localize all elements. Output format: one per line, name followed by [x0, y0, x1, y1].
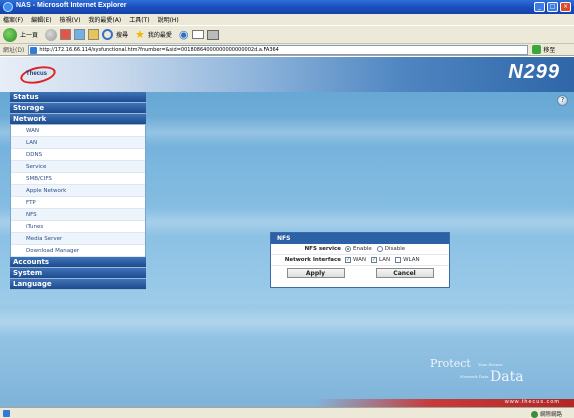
- window-titlebar: NAS - Microsoft Internet Explorer _ □ ×: [0, 0, 574, 14]
- sidebar-item-service[interactable]: Service: [11, 161, 145, 173]
- disable-label: Disable: [384, 246, 406, 252]
- sidebar-item-media-server[interactable]: Media Server: [11, 233, 145, 245]
- menu-help[interactable]: 說明(H): [158, 15, 179, 24]
- website-url[interactable]: www.thecus.com: [505, 399, 560, 405]
- wan-option[interactable]: ✓ WAN: [345, 257, 366, 263]
- nfs-panel-title: NFS: [271, 233, 449, 244]
- disable-radio[interactable]: [376, 246, 383, 252]
- go-arrow-icon: [532, 45, 542, 54]
- forward-arrow-icon[interactable]: [45, 28, 58, 41]
- sidebar-item-ftp[interactable]: FTP: [11, 197, 145, 209]
- mail-icon[interactable]: [191, 30, 204, 39]
- sidebar-item-download-manager[interactable]: Download Manager: [11, 245, 145, 257]
- sidebar-category-storage[interactable]: Storage: [10, 103, 146, 114]
- sidebar-category-accounts[interactable]: Accounts: [10, 257, 146, 268]
- nfs-service-label: NFS service: [304, 246, 341, 252]
- lan-checkbox[interactable]: ✓: [371, 257, 378, 263]
- browser-statusbar: 網際網路: [0, 407, 574, 418]
- wan-checkbox[interactable]: ✓: [345, 257, 351, 263]
- menu-edit[interactable]: 編輯(E): [31, 15, 51, 24]
- window-controls: _ □ ×: [534, 2, 571, 12]
- nfs-button-row: Apply Cancel: [271, 266, 449, 279]
- address-url: http://172.16.66.114/sysfunctional.htm?f…: [39, 46, 279, 53]
- window-title: NAS - Microsoft Internet Explorer: [16, 2, 127, 9]
- sidebar-item-wan[interactable]: WAN: [11, 125, 145, 137]
- favorites-star-icon[interactable]: ★: [135, 28, 145, 41]
- tagline-data: Data: [490, 369, 524, 385]
- tagline-protect: Protect: [430, 357, 471, 370]
- sidebar-item-apple-network[interactable]: Apple Network: [11, 185, 145, 197]
- address-bar: 網址(D) http://172.16.66.114/sysfunctional…: [0, 44, 574, 56]
- search-button-label[interactable]: 搜尋: [116, 30, 128, 39]
- sidebar-item-itunes[interactable]: iTunes: [11, 221, 145, 233]
- menu-file[interactable]: 檔案(F): [3, 15, 23, 24]
- nfs-service-row: NFS service Enable Disable: [271, 244, 449, 255]
- network-interface-label: Network Interface: [284, 257, 341, 263]
- apply-button[interactable]: Apply: [286, 267, 345, 278]
- minimize-button[interactable]: _: [534, 2, 545, 12]
- address-label: 網址(D): [3, 47, 25, 54]
- wlan-label: WLAN: [403, 257, 420, 263]
- zone-label: 網際網路: [539, 412, 562, 418]
- logo-text: Thecus: [26, 71, 48, 77]
- sidebar-category-network[interactable]: Network: [10, 114, 146, 125]
- footer-bar: [0, 399, 574, 407]
- page-icon: [30, 46, 38, 54]
- menubar: 檔案(F) 編輯(E) 檢視(V) 我的最愛(A) 工具(T) 說明(H): [0, 14, 574, 25]
- background-streak: [0, 307, 574, 337]
- stop-icon[interactable]: [60, 29, 72, 40]
- close-button[interactable]: ×: [560, 2, 571, 12]
- refresh-icon[interactable]: [74, 29, 86, 40]
- network-submenu: WAN LAN DDNS Service SMB/CIFS Apple Netw…: [10, 125, 146, 257]
- sidebar-category-status[interactable]: Status: [10, 92, 146, 103]
- tagline-data-small: Network Data: [460, 374, 489, 379]
- address-input[interactable]: http://172.16.66.114/sysfunctional.htm?f…: [28, 44, 529, 55]
- nfs-enable-option[interactable]: Enable: [345, 246, 372, 252]
- protect-data-tagline: Protect Your Secure Network Data Data: [430, 357, 560, 393]
- security-zone: 網際網路: [530, 410, 562, 418]
- sidebar-category-language[interactable]: Language: [10, 279, 146, 290]
- lan-label: LAN: [379, 257, 391, 263]
- cancel-button[interactable]: Cancel: [375, 267, 434, 278]
- home-icon[interactable]: [88, 29, 100, 40]
- tagline-protect-small: Your Secure: [478, 362, 503, 367]
- lan-option[interactable]: ✓ LAN: [371, 257, 390, 263]
- wlan-option[interactable]: WLAN: [395, 257, 420, 263]
- sidebar-category-system[interactable]: System: [10, 268, 146, 279]
- back-button-label[interactable]: 上一頁: [20, 30, 38, 39]
- network-interface-row: Network Interface ✓ WAN ✓ LAN WLAN: [271, 255, 449, 266]
- sidebar-item-nfs[interactable]: NFS: [11, 209, 145, 221]
- maximize-button[interactable]: □: [547, 2, 558, 12]
- wan-label: WAN: [353, 257, 367, 263]
- sidebar-item-ddns[interactable]: DDNS: [11, 149, 145, 161]
- print-icon[interactable]: [206, 29, 219, 40]
- enable-label: Enable: [353, 246, 372, 252]
- go-label: 移至: [543, 47, 556, 54]
- search-icon[interactable]: [102, 29, 114, 40]
- browser-toolbar: 上一頁 搜尋 ★ 我的最愛 ◉: [0, 25, 574, 44]
- nfs-disable-option[interactable]: Disable: [376, 246, 406, 252]
- header-banner: Thecus N299: [0, 57, 574, 92]
- media-icon[interactable]: ◉: [179, 28, 189, 41]
- nfs-settings-panel: NFS NFS service Enable Disable Network I…: [270, 232, 450, 288]
- go-button[interactable]: 移至: [532, 45, 555, 54]
- ie-icon: [3, 2, 13, 12]
- sidebar-item-smb-cifs[interactable]: SMB/CIFS: [11, 173, 145, 185]
- model-name: N299: [508, 61, 560, 83]
- sidebar-nav: Status Storage Network WAN LAN DDNS Serv…: [10, 92, 146, 290]
- menu-tools[interactable]: 工具(T): [129, 15, 149, 24]
- menu-view[interactable]: 檢視(V): [60, 15, 81, 24]
- web-page: Thecus N299 ? Status Storage Network WAN…: [0, 57, 574, 407]
- enable-radio[interactable]: [345, 246, 351, 252]
- internet-zone-icon: [530, 410, 538, 418]
- help-icon[interactable]: ?: [557, 95, 568, 106]
- thecus-logo: Thecus: [18, 63, 58, 87]
- sidebar-item-lan[interactable]: LAN: [11, 137, 145, 149]
- back-arrow-icon[interactable]: [3, 27, 17, 42]
- favorites-button-label[interactable]: 我的最愛: [148, 30, 172, 39]
- page-status-icon: [3, 410, 10, 417]
- wlan-checkbox[interactable]: [395, 257, 402, 263]
- menu-favorites[interactable]: 我的最愛(A): [88, 15, 121, 24]
